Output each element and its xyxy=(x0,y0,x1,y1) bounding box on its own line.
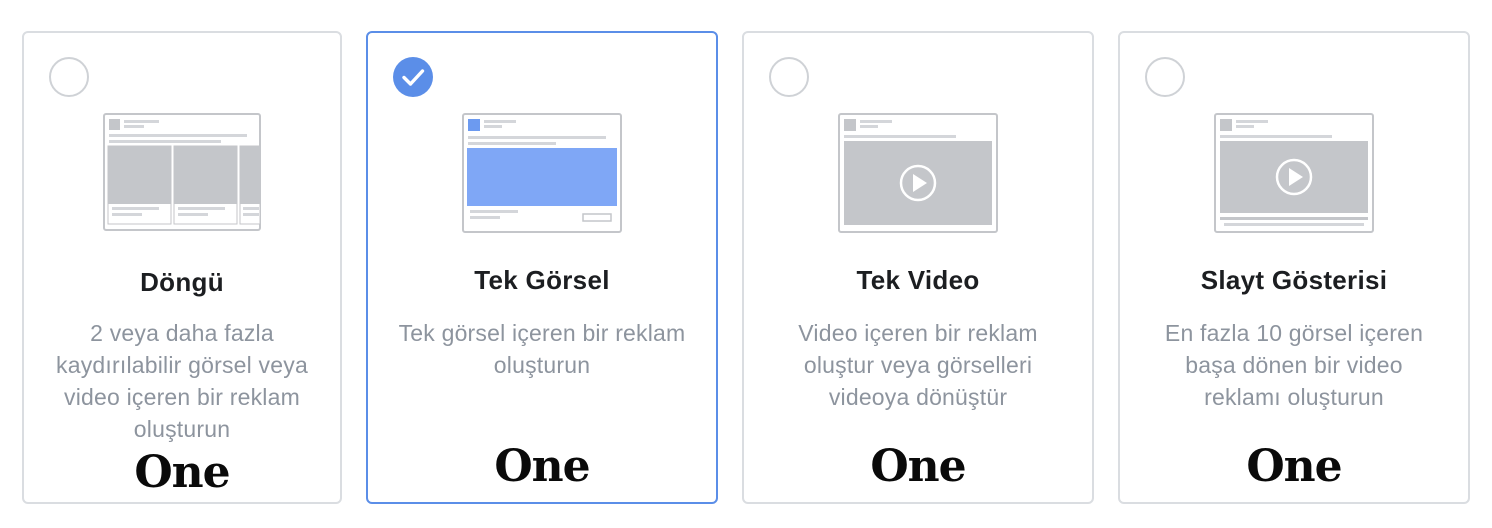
card-title: Slayt Gösterisi xyxy=(1200,265,1388,295)
card-description: En fazla 10 görsel içeren başa dönen bir… xyxy=(1164,320,1424,410)
radio-checked-icon[interactable] xyxy=(393,57,433,97)
one-logo: One xyxy=(870,441,966,492)
one-logo: One xyxy=(134,447,230,498)
format-card-carousel[interactable]: Döngü 2 veya daha fazla kaydırılabilir g… xyxy=(22,31,342,504)
slideshow-illustration-icon xyxy=(1214,113,1374,233)
format-card-single-image[interactable]: Tek Görsel Tek görsel içeren bir reklam … xyxy=(366,31,718,504)
carousel-illustration-icon xyxy=(103,113,261,231)
ad-format-selector: Döngü 2 veya daha fazla kaydırılabilir g… xyxy=(0,0,1492,528)
one-logo: One xyxy=(494,441,590,492)
video-illustration-icon xyxy=(838,113,998,233)
card-title: Tek Görsel xyxy=(474,265,610,295)
radio-unchecked-icon[interactable] xyxy=(49,57,89,97)
card-description: Tek görsel içeren bir reklam oluşturun xyxy=(398,320,686,378)
radio-unchecked-icon[interactable] xyxy=(769,57,809,97)
card-title: Döngü xyxy=(140,267,224,297)
card-title: Tek Video xyxy=(856,265,980,295)
format-card-slideshow[interactable]: Slayt Gösterisi En fazla 10 görsel içere… xyxy=(1118,31,1470,504)
single-image-illustration-icon xyxy=(462,113,622,233)
radio-unchecked-icon[interactable] xyxy=(1145,57,1185,97)
card-description: Video içeren bir reklam oluştur veya gör… xyxy=(798,320,1038,410)
checkmark-icon xyxy=(402,69,425,86)
one-logo: One xyxy=(1246,441,1342,492)
format-card-single-video[interactable]: Tek Video Video içeren bir reklam oluştu… xyxy=(742,31,1094,504)
card-description: 2 veya daha fazla kaydırılabilir görsel … xyxy=(56,320,308,442)
